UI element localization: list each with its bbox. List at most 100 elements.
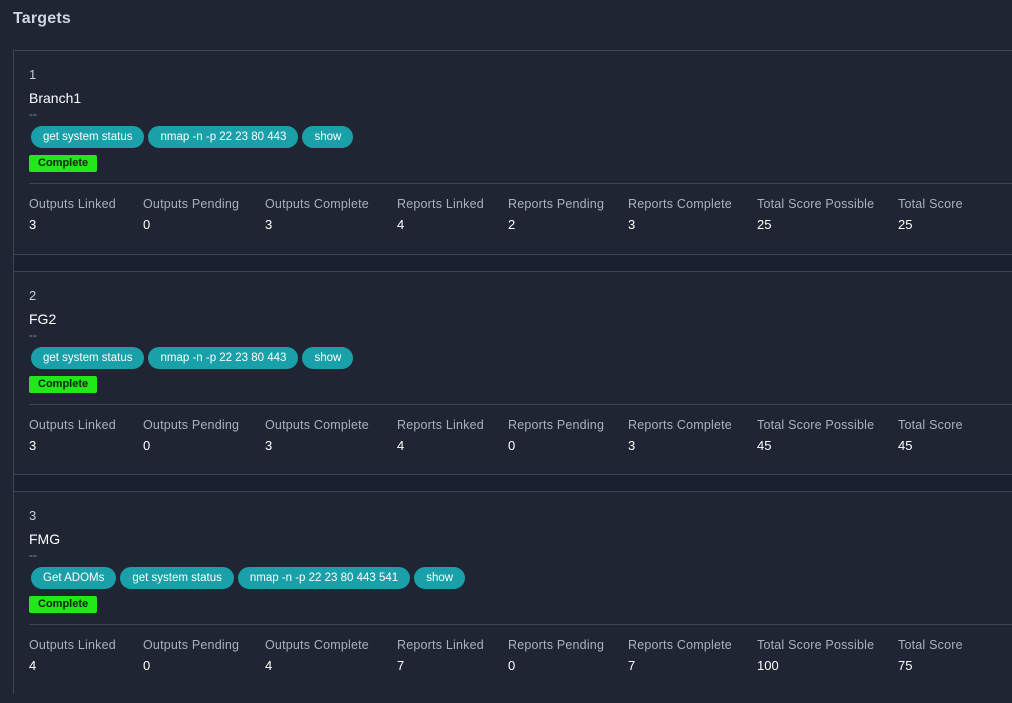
command-tag[interactable]: get system status [120, 567, 234, 589]
stat-label: Total Score Possible [757, 418, 875, 432]
stat-outputs-complete: Outputs Complete 3 [265, 418, 369, 453]
stat-value: 0 [143, 438, 151, 453]
stat-label: Outputs Pending [143, 197, 240, 211]
stat-reports-complete: Reports Complete 3 [628, 197, 732, 232]
target-card: 2 FG2 -- get system status nmap -n -p 22… [14, 271, 1012, 475]
stat-value: 45 [898, 438, 913, 453]
command-tag[interactable]: nmap -n -p 22 23 80 443 [148, 347, 299, 369]
stat-value: 100 [757, 658, 779, 673]
stat-label: Outputs Pending [143, 638, 240, 652]
stat-value: 0 [508, 658, 516, 673]
stat-total-score-possible: Total Score Possible 100 [757, 638, 874, 673]
target-name[interactable]: Branch1 [29, 90, 81, 106]
divider [29, 183, 1012, 184]
stat-label: Reports Pending [508, 638, 605, 652]
stat-outputs-pending: Outputs Pending 0 [143, 638, 239, 673]
stat-label: Outputs Linked [29, 418, 116, 432]
command-tags: get system status nmap -n -p 22 23 80 44… [31, 126, 354, 148]
stat-reports-complete: Reports Complete 7 [628, 638, 732, 673]
stat-label: Reports Linked [397, 418, 484, 432]
stat-label: Outputs Complete [265, 197, 369, 211]
stat-total-score: Total Score 45 [898, 418, 963, 453]
stat-reports-linked: Reports Linked 7 [397, 638, 484, 673]
stat-label: Outputs Pending [143, 418, 240, 432]
target-card: 1 Branch1 -- get system status nmap -n -… [14, 51, 1012, 255]
stat-total-score-possible: Total Score Possible 25 [757, 197, 874, 232]
stat-reports-linked: Reports Linked 4 [397, 197, 484, 232]
stat-value: 25 [757, 217, 772, 232]
command-tag[interactable]: show [302, 126, 354, 148]
stat-value: 4 [265, 658, 273, 673]
stat-label: Outputs Linked [29, 638, 116, 652]
target-number: 3 [29, 508, 37, 523]
stat-value: 45 [757, 438, 772, 453]
command-tag[interactable]: nmap -n -p 22 23 80 443 541 [237, 567, 411, 589]
stat-label: Outputs Complete [265, 638, 369, 652]
stat-value: 7 [397, 658, 405, 673]
target-name[interactable]: FG2 [29, 311, 56, 327]
stat-outputs-linked: Outputs Linked 3 [29, 197, 116, 232]
stat-label: Outputs Linked [29, 197, 116, 211]
stat-label: Reports Pending [508, 418, 605, 432]
stat-label: Total Score [898, 638, 963, 652]
stat-label: Reports Complete [628, 197, 732, 211]
stat-outputs-pending: Outputs Pending 0 [143, 197, 239, 232]
stat-value: 4 [29, 658, 37, 673]
stat-label: Total Score [898, 418, 963, 432]
stat-value: 75 [898, 658, 913, 673]
divider [29, 624, 1012, 625]
stats-row: Outputs Linked 3 Outputs Pending 0 Outputs… [29, 418, 1009, 458]
stat-outputs-complete: Outputs Complete 4 [265, 638, 369, 673]
stat-outputs-linked: Outputs Linked 4 [29, 638, 116, 673]
command-tag[interactable]: get system status [31, 347, 145, 369]
command-tag[interactable]: show [302, 347, 354, 369]
target-name[interactable]: FMG [29, 531, 60, 547]
command-tags: Get ADOMs get system status nmap -n -p 2… [31, 567, 466, 589]
stat-value: 4 [397, 217, 405, 232]
target-description: -- [29, 328, 37, 342]
stat-value: 3 [265, 438, 273, 453]
target-card: 3 FMG -- Get ADOMs get system status nma… [14, 491, 1012, 695]
stat-value: 0 [143, 217, 151, 232]
stat-value: 3 [29, 217, 37, 232]
command-tags: get system status nmap -n -p 22 23 80 44… [31, 347, 354, 369]
command-tag[interactable]: show [414, 567, 466, 589]
stat-label: Reports Linked [397, 197, 484, 211]
target-number: 2 [29, 288, 37, 303]
stats-row: Outputs Linked 3 Outputs Pending 0 Outputs… [29, 197, 1009, 237]
stat-value: 4 [397, 438, 405, 453]
status-badge: Complete [29, 376, 98, 393]
stat-label: Outputs Complete [265, 418, 369, 432]
stats-row: Outputs Linked 4 Outputs Pending 0 Outputs… [29, 638, 1009, 678]
stat-total-score: Total Score 75 [898, 638, 963, 673]
target-number: 1 [29, 67, 37, 82]
stat-total-score: Total Score 25 [898, 197, 963, 232]
stat-value: 3 [29, 438, 37, 453]
stat-total-score-possible: Total Score Possible 45 [757, 418, 874, 453]
stat-label: Total Score [898, 197, 963, 211]
command-tag[interactable]: nmap -n -p 22 23 80 443 [148, 126, 299, 148]
status-badge: Complete [29, 596, 98, 613]
stat-reports-pending: Reports Pending 2 [508, 197, 604, 232]
stat-value: 0 [143, 658, 151, 673]
stat-outputs-linked: Outputs Linked 3 [29, 418, 116, 453]
target-description: -- [29, 548, 37, 562]
command-tag[interactable]: get system status [31, 126, 145, 148]
target-description: -- [29, 107, 37, 121]
stat-reports-pending: Reports Pending 0 [508, 418, 604, 453]
stat-reports-pending: Reports Pending 0 [508, 638, 604, 673]
stat-value: 0 [508, 438, 516, 453]
stat-label: Reports Complete [628, 418, 732, 432]
stat-label: Reports Pending [508, 197, 605, 211]
stat-outputs-complete: Outputs Complete 3 [265, 197, 369, 232]
stat-value: 3 [628, 217, 636, 232]
stat-label: Total Score Possible [757, 197, 875, 211]
stat-value: 3 [628, 438, 636, 453]
stat-label: Total Score Possible [757, 638, 875, 652]
stat-value: 7 [628, 658, 636, 673]
stat-reports-linked: Reports Linked 4 [397, 418, 484, 453]
stat-value: 3 [265, 217, 273, 232]
stat-label: Reports Complete [628, 638, 732, 652]
command-tag[interactable]: Get ADOMs [31, 567, 117, 589]
stat-outputs-pending: Outputs Pending 0 [143, 418, 239, 453]
